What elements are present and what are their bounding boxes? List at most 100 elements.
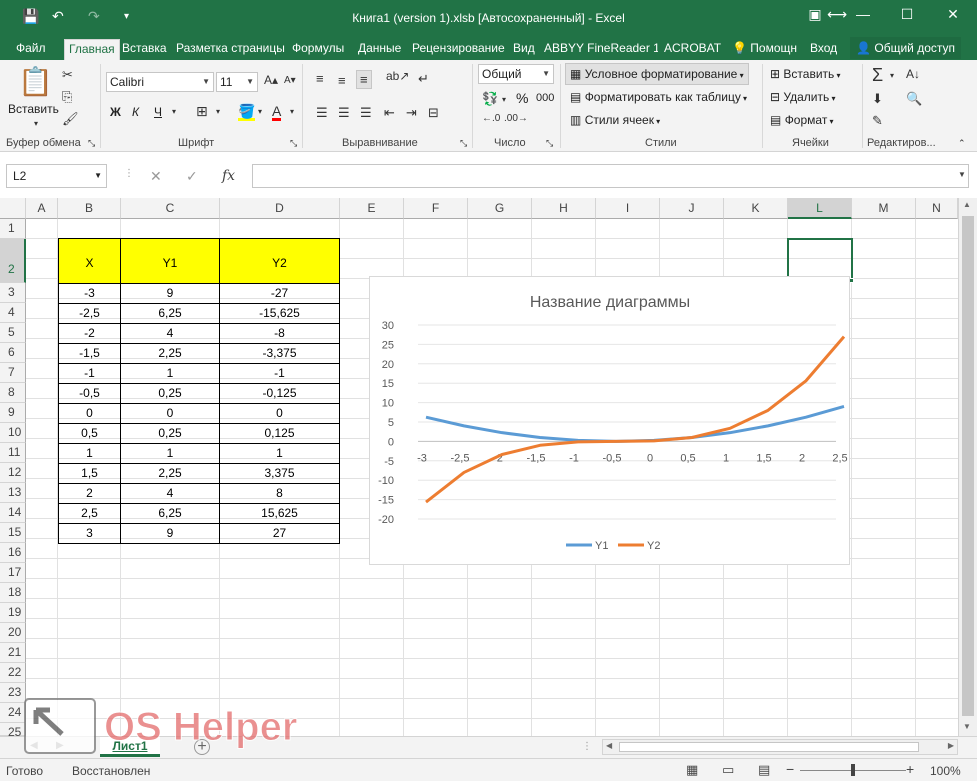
- currency-icon[interactable]: 💱: [482, 92, 498, 105]
- align-left-icon[interactable]: ☰: [316, 106, 328, 119]
- table-cell[interactable]: -1: [220, 364, 340, 384]
- percent-button[interactable]: %: [516, 90, 528, 106]
- row-header-6[interactable]: 6: [0, 343, 26, 363]
- zoom-out-button[interactable]: −: [786, 761, 794, 777]
- fill-dropdown-icon[interactable]: ▾: [258, 108, 262, 116]
- cut-icon[interactable]: ✂: [62, 68, 73, 81]
- scroll-right-icon[interactable]: ▶: [948, 741, 954, 750]
- table-cell[interactable]: -3: [58, 284, 121, 304]
- table-cell[interactable]: 0,25: [121, 384, 220, 404]
- table-cell[interactable]: 2,25: [121, 344, 220, 364]
- table-header-cell[interactable]: Y2: [220, 238, 340, 284]
- font-color-icon[interactable]: A: [272, 104, 282, 121]
- fill-icon[interactable]: ⬇: [872, 92, 883, 105]
- table-cell[interactable]: -2: [58, 324, 121, 344]
- column-header-j[interactable]: J: [660, 198, 724, 219]
- column-header-l[interactable]: L: [788, 198, 852, 219]
- zoom-level[interactable]: 100%: [930, 764, 961, 778]
- row-header-7[interactable]: 7: [0, 363, 26, 383]
- table-cell[interactable]: 27: [220, 524, 340, 544]
- tab-view[interactable]: Вид: [509, 39, 539, 60]
- row-header-17[interactable]: 17: [0, 563, 26, 583]
- tab-split-icon[interactable]: ⋮: [582, 741, 592, 752]
- insert-cells-button[interactable]: ⊞ Вставить ▾: [770, 67, 841, 81]
- column-header-i[interactable]: I: [596, 198, 660, 219]
- column-header-c[interactable]: C: [121, 198, 220, 219]
- align-middle-icon[interactable]: ≡: [338, 74, 346, 87]
- name-box[interactable]: L2 ▼: [6, 164, 107, 188]
- table-cell[interactable]: 9: [121, 524, 220, 544]
- column-header-f[interactable]: F: [404, 198, 468, 219]
- row-header-4[interactable]: 4: [0, 303, 26, 323]
- scroll-left-icon[interactable]: ◀: [606, 741, 612, 750]
- underline-button[interactable]: Ч: [154, 105, 162, 119]
- paste-dropdown-icon[interactable]: ▾: [34, 120, 38, 128]
- table-cell[interactable]: 2,25: [121, 464, 220, 484]
- row-header-19[interactable]: 19: [0, 603, 26, 623]
- table-cell[interactable]: 0: [58, 404, 121, 424]
- row-header-3[interactable]: 3: [0, 283, 26, 303]
- expand-formula-icon[interactable]: ▼: [958, 170, 966, 179]
- scroll-down-icon[interactable]: ▼: [963, 722, 971, 731]
- series-line-y1[interactable]: [425, 405, 845, 443]
- align-center-icon[interactable]: ☰: [338, 106, 350, 119]
- number-format-select[interactable]: Общий ▼: [478, 64, 554, 84]
- row-header-15[interactable]: 15: [0, 523, 26, 543]
- vertical-scrollbar[interactable]: ▲ ▼: [958, 198, 977, 736]
- underline-dropdown-icon[interactable]: ▾: [172, 108, 176, 116]
- table-cell[interactable]: 0,125: [220, 424, 340, 444]
- table-cell[interactable]: 6,25: [121, 304, 220, 324]
- sort-filter-icon[interactable]: A↓: [906, 68, 920, 80]
- grow-font-icon[interactable]: A▴: [264, 74, 278, 86]
- decrease-indent-icon[interactable]: ⇤: [384, 106, 395, 119]
- table-cell[interactable]: 9: [121, 284, 220, 304]
- tab-review[interactable]: Рецензирование: [408, 39, 509, 60]
- row-header-18[interactable]: 18: [0, 583, 26, 603]
- table-cell[interactable]: -15,625: [220, 304, 340, 324]
- table-cell[interactable]: 0: [220, 404, 340, 424]
- table-cell[interactable]: 4: [121, 484, 220, 504]
- conditional-formatting-button[interactable]: ▦ Условное форматирование ▾: [565, 63, 749, 85]
- table-cell[interactable]: -1: [58, 364, 121, 384]
- table-cell[interactable]: -27: [220, 284, 340, 304]
- collapse-ribbon-icon[interactable]: ⌃: [958, 139, 966, 148]
- table-cell[interactable]: 1: [121, 444, 220, 464]
- column-header-d[interactable]: D: [220, 198, 340, 219]
- page-layout-icon[interactable]: ▭: [722, 762, 734, 778]
- sign-in-link[interactable]: Вход: [806, 39, 841, 60]
- table-cell[interactable]: 4: [121, 324, 220, 344]
- clear-icon[interactable]: ✎: [872, 114, 883, 127]
- align-top-icon[interactable]: ≡: [316, 72, 324, 85]
- row-header-2[interactable]: 2: [0, 239, 26, 283]
- orientation-icon[interactable]: ab↗: [386, 70, 409, 82]
- row-header-13[interactable]: 13: [0, 483, 26, 503]
- series-line-y2[interactable]: [425, 335, 846, 504]
- row-header-22[interactable]: 22: [0, 663, 26, 683]
- tab-formulas[interactable]: Формулы: [288, 39, 348, 60]
- paste-icon[interactable]: 📋: [18, 68, 53, 96]
- table-cell[interactable]: 8: [220, 484, 340, 504]
- alignment-launcher-icon[interactable]: ⤡: [460, 139, 467, 148]
- font-launcher-icon[interactable]: ⤡: [290, 139, 297, 148]
- tab-file[interactable]: Файл: [12, 39, 50, 60]
- table-header-cell[interactable]: Y1: [121, 238, 220, 284]
- table-cell[interactable]: 1: [220, 444, 340, 464]
- h-scroll-thumb[interactable]: [619, 742, 919, 752]
- table-cell[interactable]: 1: [121, 364, 220, 384]
- copy-icon[interactable]: ⎘: [62, 90, 72, 103]
- table-cell[interactable]: -0,125: [220, 384, 340, 404]
- table-cell[interactable]: 0: [121, 404, 220, 424]
- table-cell[interactable]: -0,5: [58, 384, 121, 404]
- table-cell[interactable]: 3,375: [220, 464, 340, 484]
- table-cell[interactable]: 1: [58, 444, 121, 464]
- table-cell[interactable]: 2: [58, 484, 121, 504]
- increase-decimal-icon[interactable]: ←.0: [482, 114, 500, 124]
- cell-styles-button[interactable]: ▥ Стили ячеек ▾: [570, 113, 660, 127]
- enter-icon[interactable]: ✓: [186, 168, 198, 185]
- column-header-a[interactable]: A: [26, 198, 58, 219]
- bold-button[interactable]: Ж: [110, 105, 121, 119]
- page-break-icon[interactable]: ▤: [758, 762, 770, 778]
- autosum-dropdown-icon[interactable]: ▾: [890, 72, 894, 80]
- line-chart[interactable]: Название диаграммы 30 25 20 15 10 5 0 -5 -10 -15-…: [369, 276, 850, 565]
- wrap-text-icon[interactable]: ↵: [418, 72, 429, 85]
